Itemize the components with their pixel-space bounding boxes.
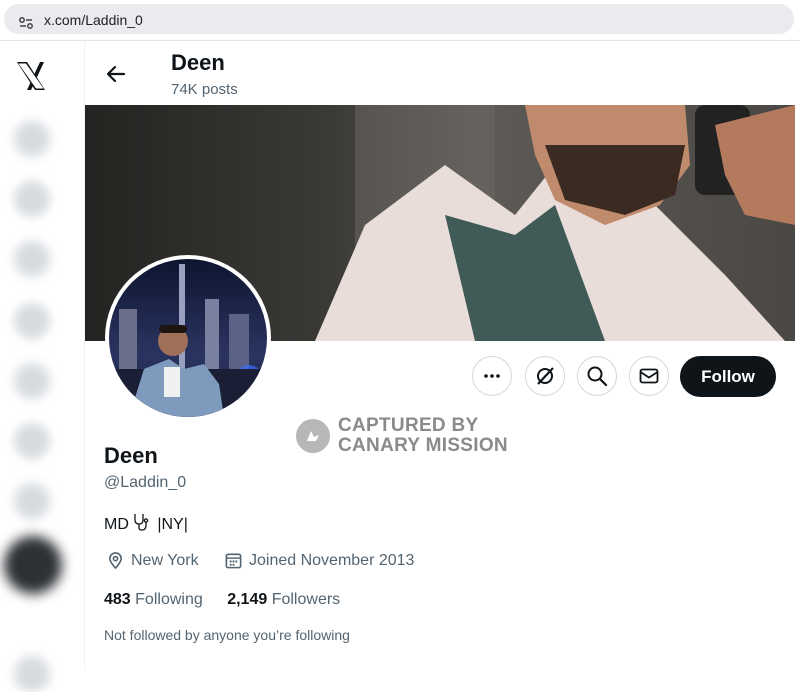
more-icon [484,374,500,378]
followers-link[interactable]: 2,149 Followers [227,591,340,608]
grok-button[interactable] [525,356,565,396]
watermark-line-2: CANARY MISSION [338,435,508,456]
profile-bio: MD |NY| [104,512,188,534]
browser-divider [0,40,800,41]
url-pill[interactable]: x.com/Laddin_0 [4,4,794,34]
followers-count: 2,149 [227,591,268,608]
nav-notifications-icon[interactable] [14,241,50,277]
header-name: Deen [171,50,225,75]
browser-address-bar: x.com/Laddin_0 [0,0,800,38]
following-link[interactable]: 483 Following [104,591,203,608]
mail-icon [639,368,659,384]
profile-avatar[interactable] [105,255,271,421]
nav-explore-icon[interactable] [14,181,50,217]
nav-post-button[interactable] [4,536,62,594]
joined-item: Joined November 2013 [224,551,414,570]
bio-suffix: |NY| [157,516,188,533]
grok-icon [537,367,554,385]
nav-account-avatar[interactable] [14,656,50,692]
url-text[interactable]: x.com/Laddin_0 [44,12,143,28]
x-logo-icon[interactable] [14,59,48,93]
search-profile-button[interactable] [577,356,617,396]
follow-button[interactable]: Follow [680,356,776,397]
left-sidebar [0,41,85,692]
nav-profile-icon[interactable] [14,483,50,519]
following-label: Following [135,591,203,608]
following-count: 483 [104,591,131,608]
site-settings-icon[interactable] [18,15,34,31]
search-icon [587,366,608,387]
nav-home-icon[interactable] [14,121,50,157]
location-pin-icon [108,552,123,570]
nav-lists-icon[interactable] [14,423,50,459]
message-button[interactable] [629,356,669,396]
watermark-text: CAPTURED BY CANARY MISSION [338,416,508,456]
location-text: New York [131,551,199,569]
avatar-image [109,259,267,417]
joined-text: Joined November 2013 [249,551,415,569]
header-post-count: 74K posts [171,81,238,98]
arrow-left-icon[interactable] [104,62,128,86]
capture-watermark: CAPTURED BY CANARY MISSION [296,416,508,456]
follow-stats: 483 Following 2,149 Followers [104,591,340,609]
profile-name: Deen [104,443,158,468]
nav-messages-icon[interactable] [14,303,50,339]
location-item: New York [106,551,199,570]
followers-label: Followers [271,591,341,608]
bio-prefix: MD [104,516,129,533]
canary-logo-icon [296,419,330,453]
not-followed-notice: Not followed by anyone you’re following [104,627,350,643]
more-button[interactable] [472,356,512,396]
profile-handle: @Laddin_0 [104,474,187,491]
nav-grok-icon[interactable] [14,363,50,399]
stethoscope-icon [134,514,149,531]
watermark-line-1: CAPTURED BY [338,415,479,436]
calendar-icon [225,553,242,569]
